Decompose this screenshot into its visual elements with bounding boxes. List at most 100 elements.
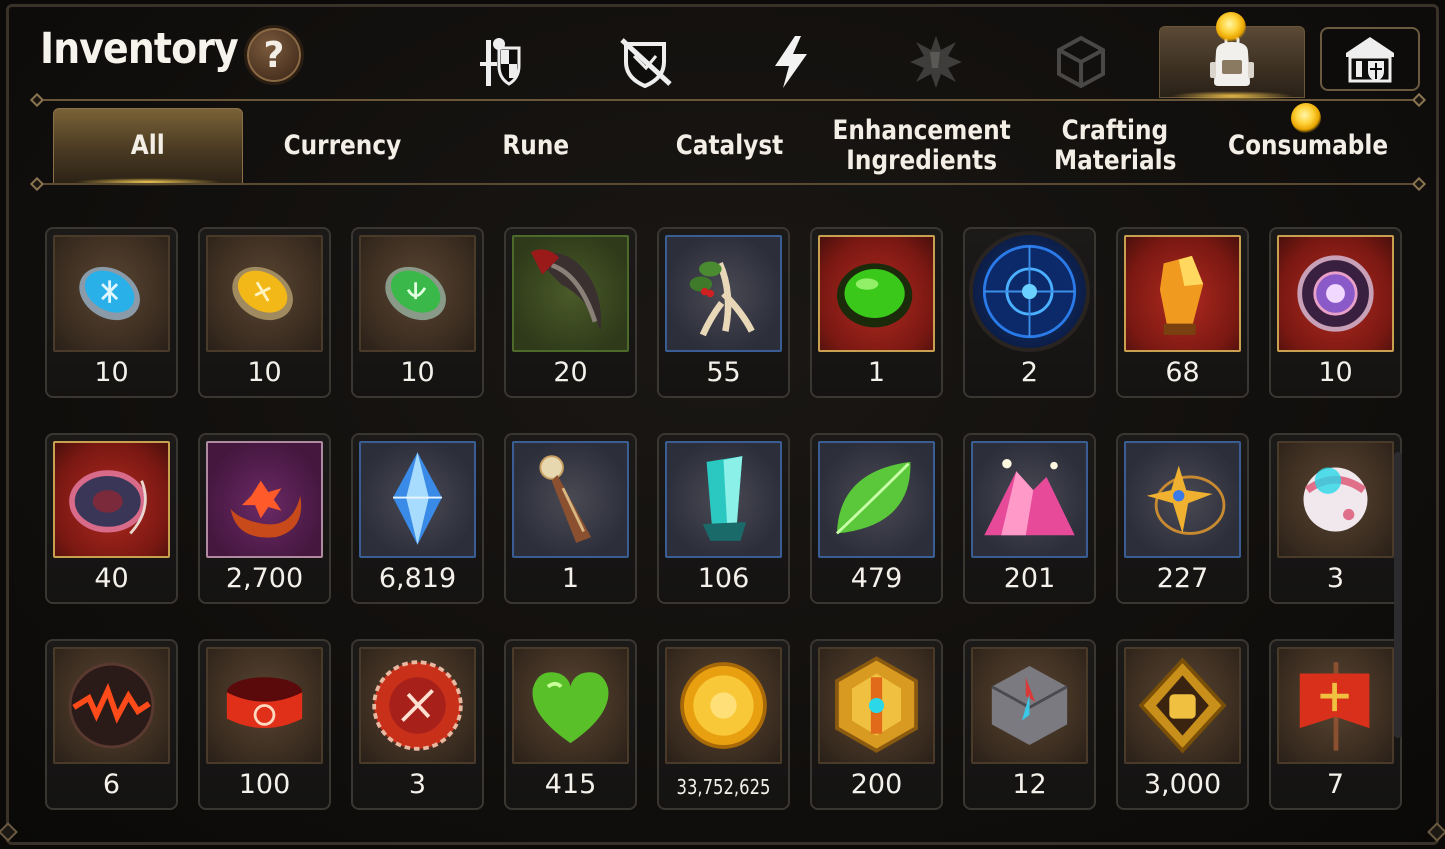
inventory-slot[interactable]: 33,752,625 [657,639,790,810]
tab-crafting-label-2: Materials [1053,145,1177,176]
inventory-slot[interactable]: 106 [657,433,790,604]
ginseng-root-icon [689,261,755,337]
item-count: 10 [247,357,282,388]
header: Inventory ? [0,0,1445,108]
item-count: 2 [1020,357,1039,388]
inventory-slot[interactable]: 40 [45,433,178,604]
tab-enhancement-label-1: Enhancement [832,115,1012,146]
tab-catalyst[interactable]: Catalyst [633,108,825,184]
round-robot-icon [1303,467,1368,532]
item-count: 10 [400,357,435,388]
burst-icon [910,36,962,88]
item-icon-frame [53,441,170,558]
item-icon-frame [1277,441,1394,558]
item-icon-frame [512,235,629,352]
notification-badge [1216,12,1246,42]
item-icon-frame [512,441,629,558]
tab-rune-label: Rune [502,130,570,161]
item-icon-frame [512,647,629,764]
tab-all[interactable]: All [53,108,243,186]
inventory-slot[interactable]: 3 [1269,433,1402,604]
inventory-slot[interactable]: 10 [198,227,331,398]
inventory-slot[interactable]: 10 [1269,227,1402,398]
inventory-slot[interactable]: 6 [45,639,178,810]
item-count: 3,000 [1143,769,1222,800]
notification-badge [1291,103,1321,133]
item-count: 6,819 [378,563,457,594]
item-icon-frame [969,231,1090,352]
inventory-slot[interactable]: 7 [1269,639,1402,810]
item-icon-frame [1124,441,1241,558]
compass-pendant-icon [539,455,592,543]
item-icon-frame [359,441,476,558]
tab-equipment[interactable] [428,26,574,98]
tab-crafting-materials[interactable]: Crafting Materials [1019,108,1211,184]
tab-skills[interactable] [718,26,864,98]
lava-orb-icon [68,662,155,749]
inventory-slot[interactable]: 2 [963,227,1096,398]
tab-crafting-label-1: Crafting [1061,115,1169,146]
item-icon-frame [971,441,1088,558]
inventory-slot[interactable]: 10 [351,227,484,398]
tab-effects[interactable] [863,26,1009,98]
inventory-slot[interactable]: 3,000 [1116,639,1249,810]
inventory-slot[interactable]: 479 [810,433,943,604]
item-count: 201 [1003,563,1056,594]
inventory-slot[interactable]: 415 [504,639,637,810]
item-count: 3 [408,769,427,800]
green-rune-stone-icon [385,266,446,321]
broken-shield-icon [620,38,672,89]
tab-currency-label: Currency [283,130,401,161]
scrollbar[interactable] [1394,452,1402,738]
inventory-slot[interactable]: 12 [963,639,1096,810]
sword-shield-icon [480,38,521,86]
header-divider [36,99,1422,101]
inventory-slot[interactable]: 10 [45,227,178,398]
item-count: 106 [697,563,750,594]
item-icon-frame [665,647,782,764]
tab-materials[interactable] [1008,26,1154,98]
guild-hall-icon [1346,37,1394,83]
lightning-icon [775,36,807,88]
inventory-slot[interactable]: 55 [657,227,790,398]
inventory-slot[interactable]: 1 [504,433,637,604]
tab-currency[interactable]: Currency [246,108,438,184]
tab-defense[interactable] [573,26,719,98]
inventory-slot[interactable]: 201 [963,433,1096,604]
help-button[interactable]: ? [244,25,304,85]
inventory-slot[interactable]: 100 [198,639,331,810]
green-leaf-icon [835,461,911,535]
item-count: 7 [1326,769,1345,800]
item-count: 479 [850,563,903,594]
item-count: 33,752,625 [676,775,771,799]
hexagon-emblem-icon [835,656,918,753]
yellow-rune-stone-icon [232,266,293,321]
item-icon-frame [818,235,935,352]
inventory-slot[interactable]: 3 [351,639,484,810]
guild-button[interactable] [1320,27,1420,91]
inventory-slot[interactable]: 200 [810,639,943,810]
teal-crystal-icon [702,456,747,541]
tab-rune[interactable]: Rune [440,108,632,184]
inventory-slot[interactable]: 1 [810,227,943,398]
red-bracelet-icon [226,677,303,729]
flower-crescent-ring-icon [230,480,302,538]
cube-icon [1057,35,1105,89]
item-count: 40 [94,563,129,594]
item-count: 10 [94,357,129,388]
inventory-slot[interactable]: 6,819 [351,433,484,604]
inventory-slot[interactable]: 227 [1116,433,1249,604]
tab-catalyst-label: Catalyst [675,130,783,161]
blue-rune-circle-icon [982,244,1077,339]
stone-compass-icon [991,665,1068,746]
inventory-slot[interactable]: 2,700 [198,433,331,604]
tab-enhancement-ingredients[interactable]: Enhancement Ingredients [826,108,1018,184]
inventory-slot[interactable]: 20 [504,227,637,398]
item-count: 68 [1165,357,1200,388]
item-icon-frame [1124,647,1241,764]
inventory-slot[interactable]: 68 [1116,227,1249,398]
item-icon-frame [206,235,323,352]
tab-all-label: All [131,130,165,161]
red-banner-icon [1299,662,1370,751]
green-heart-icon [532,672,609,744]
